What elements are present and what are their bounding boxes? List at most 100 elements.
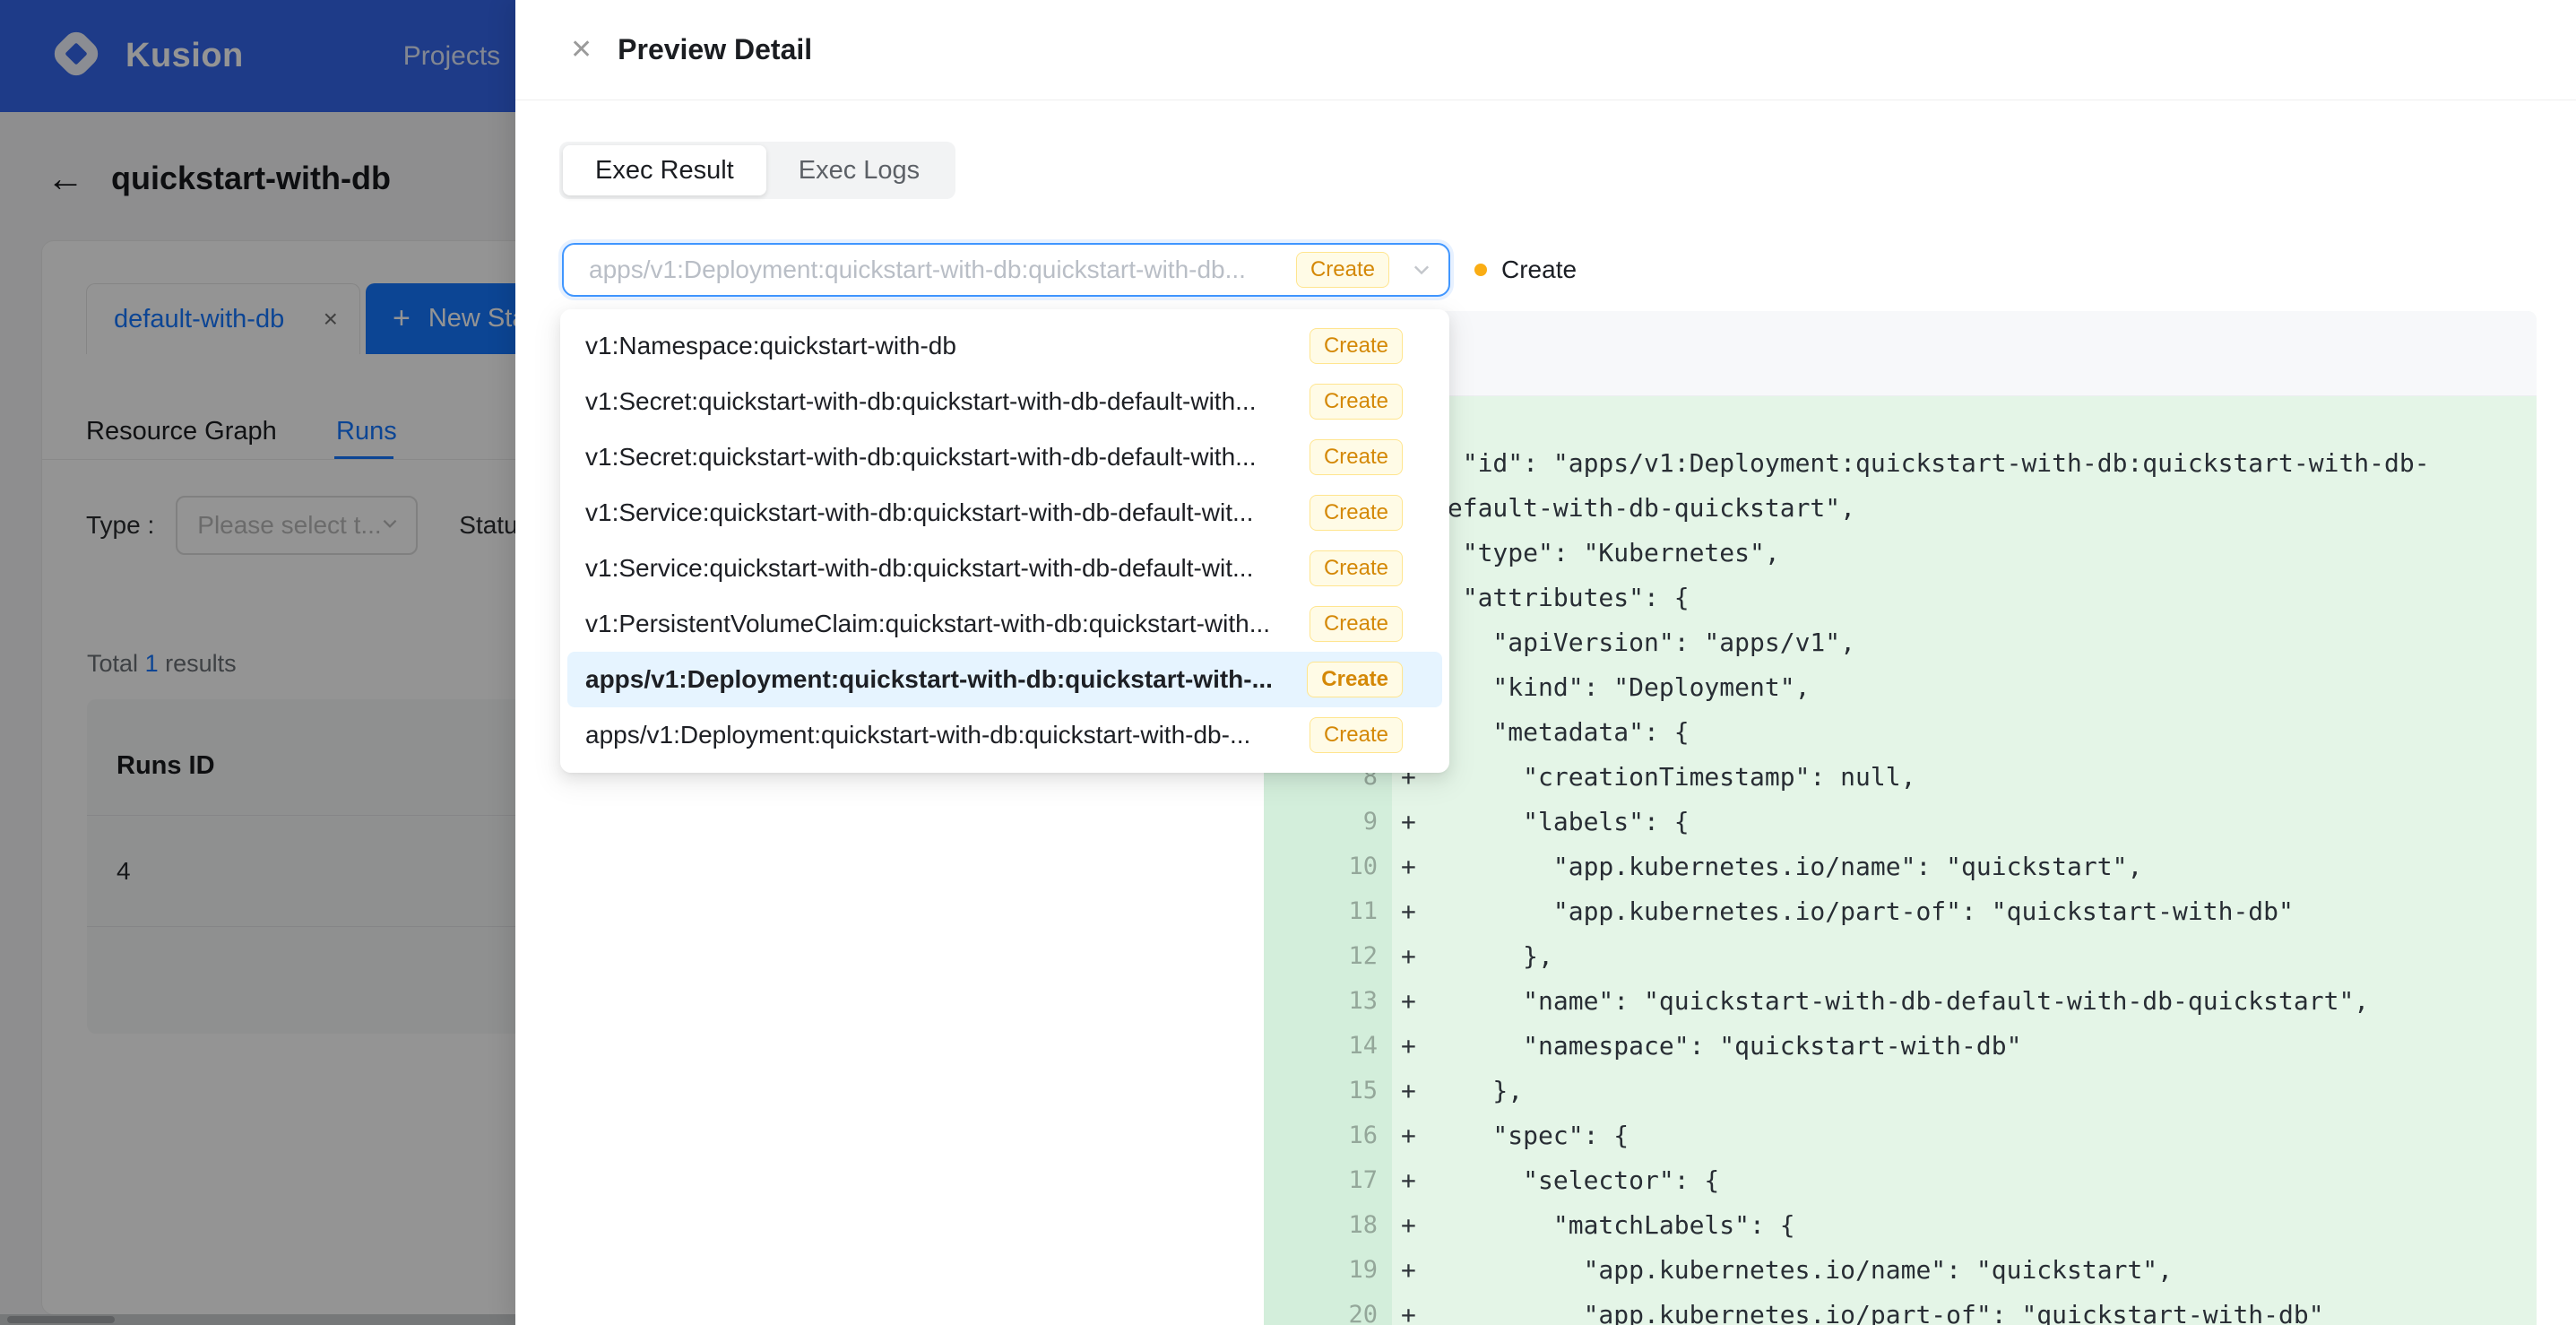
diff-row: 12+ },: [1264, 934, 2537, 979]
diff-row: 3+ "type": "Kubernetes",: [1264, 531, 2537, 576]
segment-exec-logs[interactable]: Exec Logs: [766, 145, 952, 195]
resource-option-tag: Create: [1310, 439, 1403, 475]
resource-option-tag: Create: [1310, 328, 1403, 364]
status-tag: Create: [1296, 252, 1389, 288]
resource-option-tag: Create: [1310, 606, 1403, 642]
resource-option[interactable]: v1:PersistentVolumeClaim:quickstart-with…: [567, 596, 1442, 652]
diff-row: 18+ "matchLabels": {: [1264, 1203, 2537, 1248]
resource-option[interactable]: v1:Secret:quickstart-with-db:quickstart-…: [567, 429, 1442, 485]
resource-option-tag: Create: [1310, 384, 1403, 420]
diff-added-sign: +: [1392, 1248, 1432, 1293]
diff-added-sign: +: [1392, 1158, 1432, 1203]
resource-option[interactable]: apps/v1:Deployment:quickstart-with-db:qu…: [567, 707, 1442, 763]
diff-added-sign: +: [1392, 1293, 1432, 1325]
diff-code-text: "app.kubernetes.io/part-of": "quickstart…: [1432, 1293, 2537, 1325]
diff-line-number: 18: [1264, 1203, 1392, 1248]
resource-option[interactable]: apps/v1:Deployment:quickstart-with-db:qu…: [567, 652, 1442, 707]
diff-row: 16+ "spec": {: [1264, 1113, 2537, 1158]
diff-row: 14+ "namespace": "quickstart-with-db": [1264, 1024, 2537, 1069]
close-icon[interactable]: ✕: [570, 37, 592, 64]
exec-segmented-control: Exec Result Exec Logs: [559, 142, 955, 199]
diff-line-number: 11: [1264, 889, 1392, 934]
diff-added-sign: +: [1392, 934, 1432, 979]
diff-code-text: "app.kubernetes.io/name": "quickstart",: [1432, 844, 2537, 889]
resource-option-tag: Create: [1310, 550, 1403, 586]
diff-code-text: "attributes": {: [1432, 576, 2537, 620]
diff-line-number: 10: [1264, 844, 1392, 889]
diff-row: 1+{: [1264, 396, 2537, 441]
diff-row: 17+ "selector": {: [1264, 1158, 2537, 1203]
segment-exec-result[interactable]: Exec Result: [563, 145, 766, 195]
diff-code-text: "spec": {: [1432, 1113, 2537, 1158]
diff-added-sign: +: [1392, 979, 1432, 1024]
diff-row: 4+ "attributes": {: [1264, 576, 2537, 620]
diff-code-text: "namespace": "quickstart-with-db": [1432, 1024, 2537, 1069]
diff-line-number: 17: [1264, 1158, 1392, 1203]
resource-option-label: v1:Secret:quickstart-with-db:quickstart-…: [585, 387, 1310, 416]
diff-code-text: "apiVersion": "apps/v1",: [1432, 620, 2537, 665]
resource-option[interactable]: v1:Namespace:quickstart-with-dbCreate: [567, 318, 1442, 374]
diff-code-text: default-with-db-quickstart",: [1432, 486, 2537, 531]
diff-code-text: "metadata": {: [1432, 710, 2537, 755]
diff-line-number: 12: [1264, 934, 1392, 979]
diff-row: 15+ },: [1264, 1069, 2537, 1113]
diff-row: 11+ "app.kubernetes.io/part-of": "quicks…: [1264, 889, 2537, 934]
diff-row: 19+ "app.kubernetes.io/name": "quickstar…: [1264, 1248, 2537, 1293]
resource-select-value: apps/v1:Deployment:quickstart-with-db:qu…: [589, 255, 1296, 284]
resource-option[interactable]: v1:Service:quickstart-with-db:quickstart…: [567, 485, 1442, 541]
diff-row: default-with-db-quickstart",: [1264, 486, 2537, 531]
diff-line-number: 19: [1264, 1248, 1392, 1293]
resource-option-label: v1:Secret:quickstart-with-db:quickstart-…: [585, 443, 1310, 472]
diff-rows: 1+{2+ "id": "apps/v1:Deployment:quicksta…: [1264, 396, 2537, 1325]
drawer-title: Preview Detail: [618, 33, 812, 66]
diff-code-text: "labels": {: [1432, 800, 2537, 844]
diff-added-sign: +: [1392, 1069, 1432, 1113]
diff-added-sign: +: [1392, 1024, 1432, 1069]
diff-line-number: 15: [1264, 1069, 1392, 1113]
diff-panel-header: [1264, 311, 2537, 396]
diff-code-text: "name": "quickstart-with-db-default-with…: [1432, 979, 2537, 1024]
diff-row: 9+ "labels": {: [1264, 800, 2537, 844]
diff-code-text: {: [1432, 396, 2537, 441]
diff-code-text: "matchLabels": {: [1432, 1203, 2537, 1248]
diff-row: 2+ "id": "apps/v1:Deployment:quickstart-…: [1264, 441, 2537, 486]
chevron-down-icon: [1411, 259, 1432, 281]
resource-option-label: v1:Service:quickstart-with-db:quickstart…: [585, 554, 1310, 583]
drawer-header: ✕ Preview Detail: [515, 0, 2576, 100]
diff-added-sign: +: [1392, 844, 1432, 889]
diff-added-sign: +: [1392, 1113, 1432, 1158]
diff-row: 10+ "app.kubernetes.io/name": "quickstar…: [1264, 844, 2537, 889]
resource-option-label: apps/v1:Deployment:quickstart-with-db:qu…: [585, 665, 1307, 694]
diff-code-text: "kind": "Deployment",: [1432, 665, 2537, 710]
resource-option[interactable]: v1:Service:quickstart-with-db:quickstart…: [567, 541, 1442, 596]
diff-viewer: 1+{2+ "id": "apps/v1:Deployment:quicksta…: [1264, 311, 2537, 1325]
diff-code-text: "selector": {: [1432, 1158, 2537, 1203]
preview-detail-drawer: ✕ Preview Detail Exec Result Exec Logs a…: [515, 0, 2576, 1325]
resource-select[interactable]: apps/v1:Deployment:quickstart-with-db:qu…: [562, 243, 1450, 297]
diff-line-number: 9: [1264, 800, 1392, 844]
resource-option-label: apps/v1:Deployment:quickstart-with-db:qu…: [585, 721, 1310, 749]
resource-option-tag: Create: [1310, 717, 1403, 753]
resource-option-label: v1:Namespace:quickstart-with-db: [585, 332, 1310, 360]
resource-dropdown: v1:Namespace:quickstart-with-dbCreatev1:…: [560, 309, 1449, 773]
diff-line-number: 14: [1264, 1024, 1392, 1069]
exec-status-label: Create: [1501, 255, 1577, 284]
diff-row: 6+ "kind": "Deployment",: [1264, 665, 2537, 710]
diff-added-sign: +: [1392, 889, 1432, 934]
diff-line-number: 16: [1264, 1113, 1392, 1158]
resource-dropdown-list: v1:Namespace:quickstart-with-dbCreatev1:…: [560, 318, 1449, 763]
status-dot-icon: [1474, 264, 1487, 276]
diff-row: 8+ "creationTimestamp": null,: [1264, 755, 2537, 800]
diff-code-text: "type": "Kubernetes",: [1432, 531, 2537, 576]
screen: Kusion Projects Workspaces ← quickstart-…: [0, 0, 2576, 1325]
resource-option-tag: Create: [1310, 495, 1403, 531]
diff-added-sign: +: [1392, 800, 1432, 844]
diff-row: 7+ "metadata": {: [1264, 710, 2537, 755]
diff-line-number: 13: [1264, 979, 1392, 1024]
diff-code-text: "creationTimestamp": null,: [1432, 755, 2537, 800]
diff-line-number: 20: [1264, 1293, 1392, 1325]
resource-option[interactable]: v1:Secret:quickstart-with-db:quickstart-…: [567, 374, 1442, 429]
diff-added-sign: +: [1392, 1203, 1432, 1248]
resource-option-tag: Create: [1307, 662, 1403, 697]
diff-row: 5+ "apiVersion": "apps/v1",: [1264, 620, 2537, 665]
